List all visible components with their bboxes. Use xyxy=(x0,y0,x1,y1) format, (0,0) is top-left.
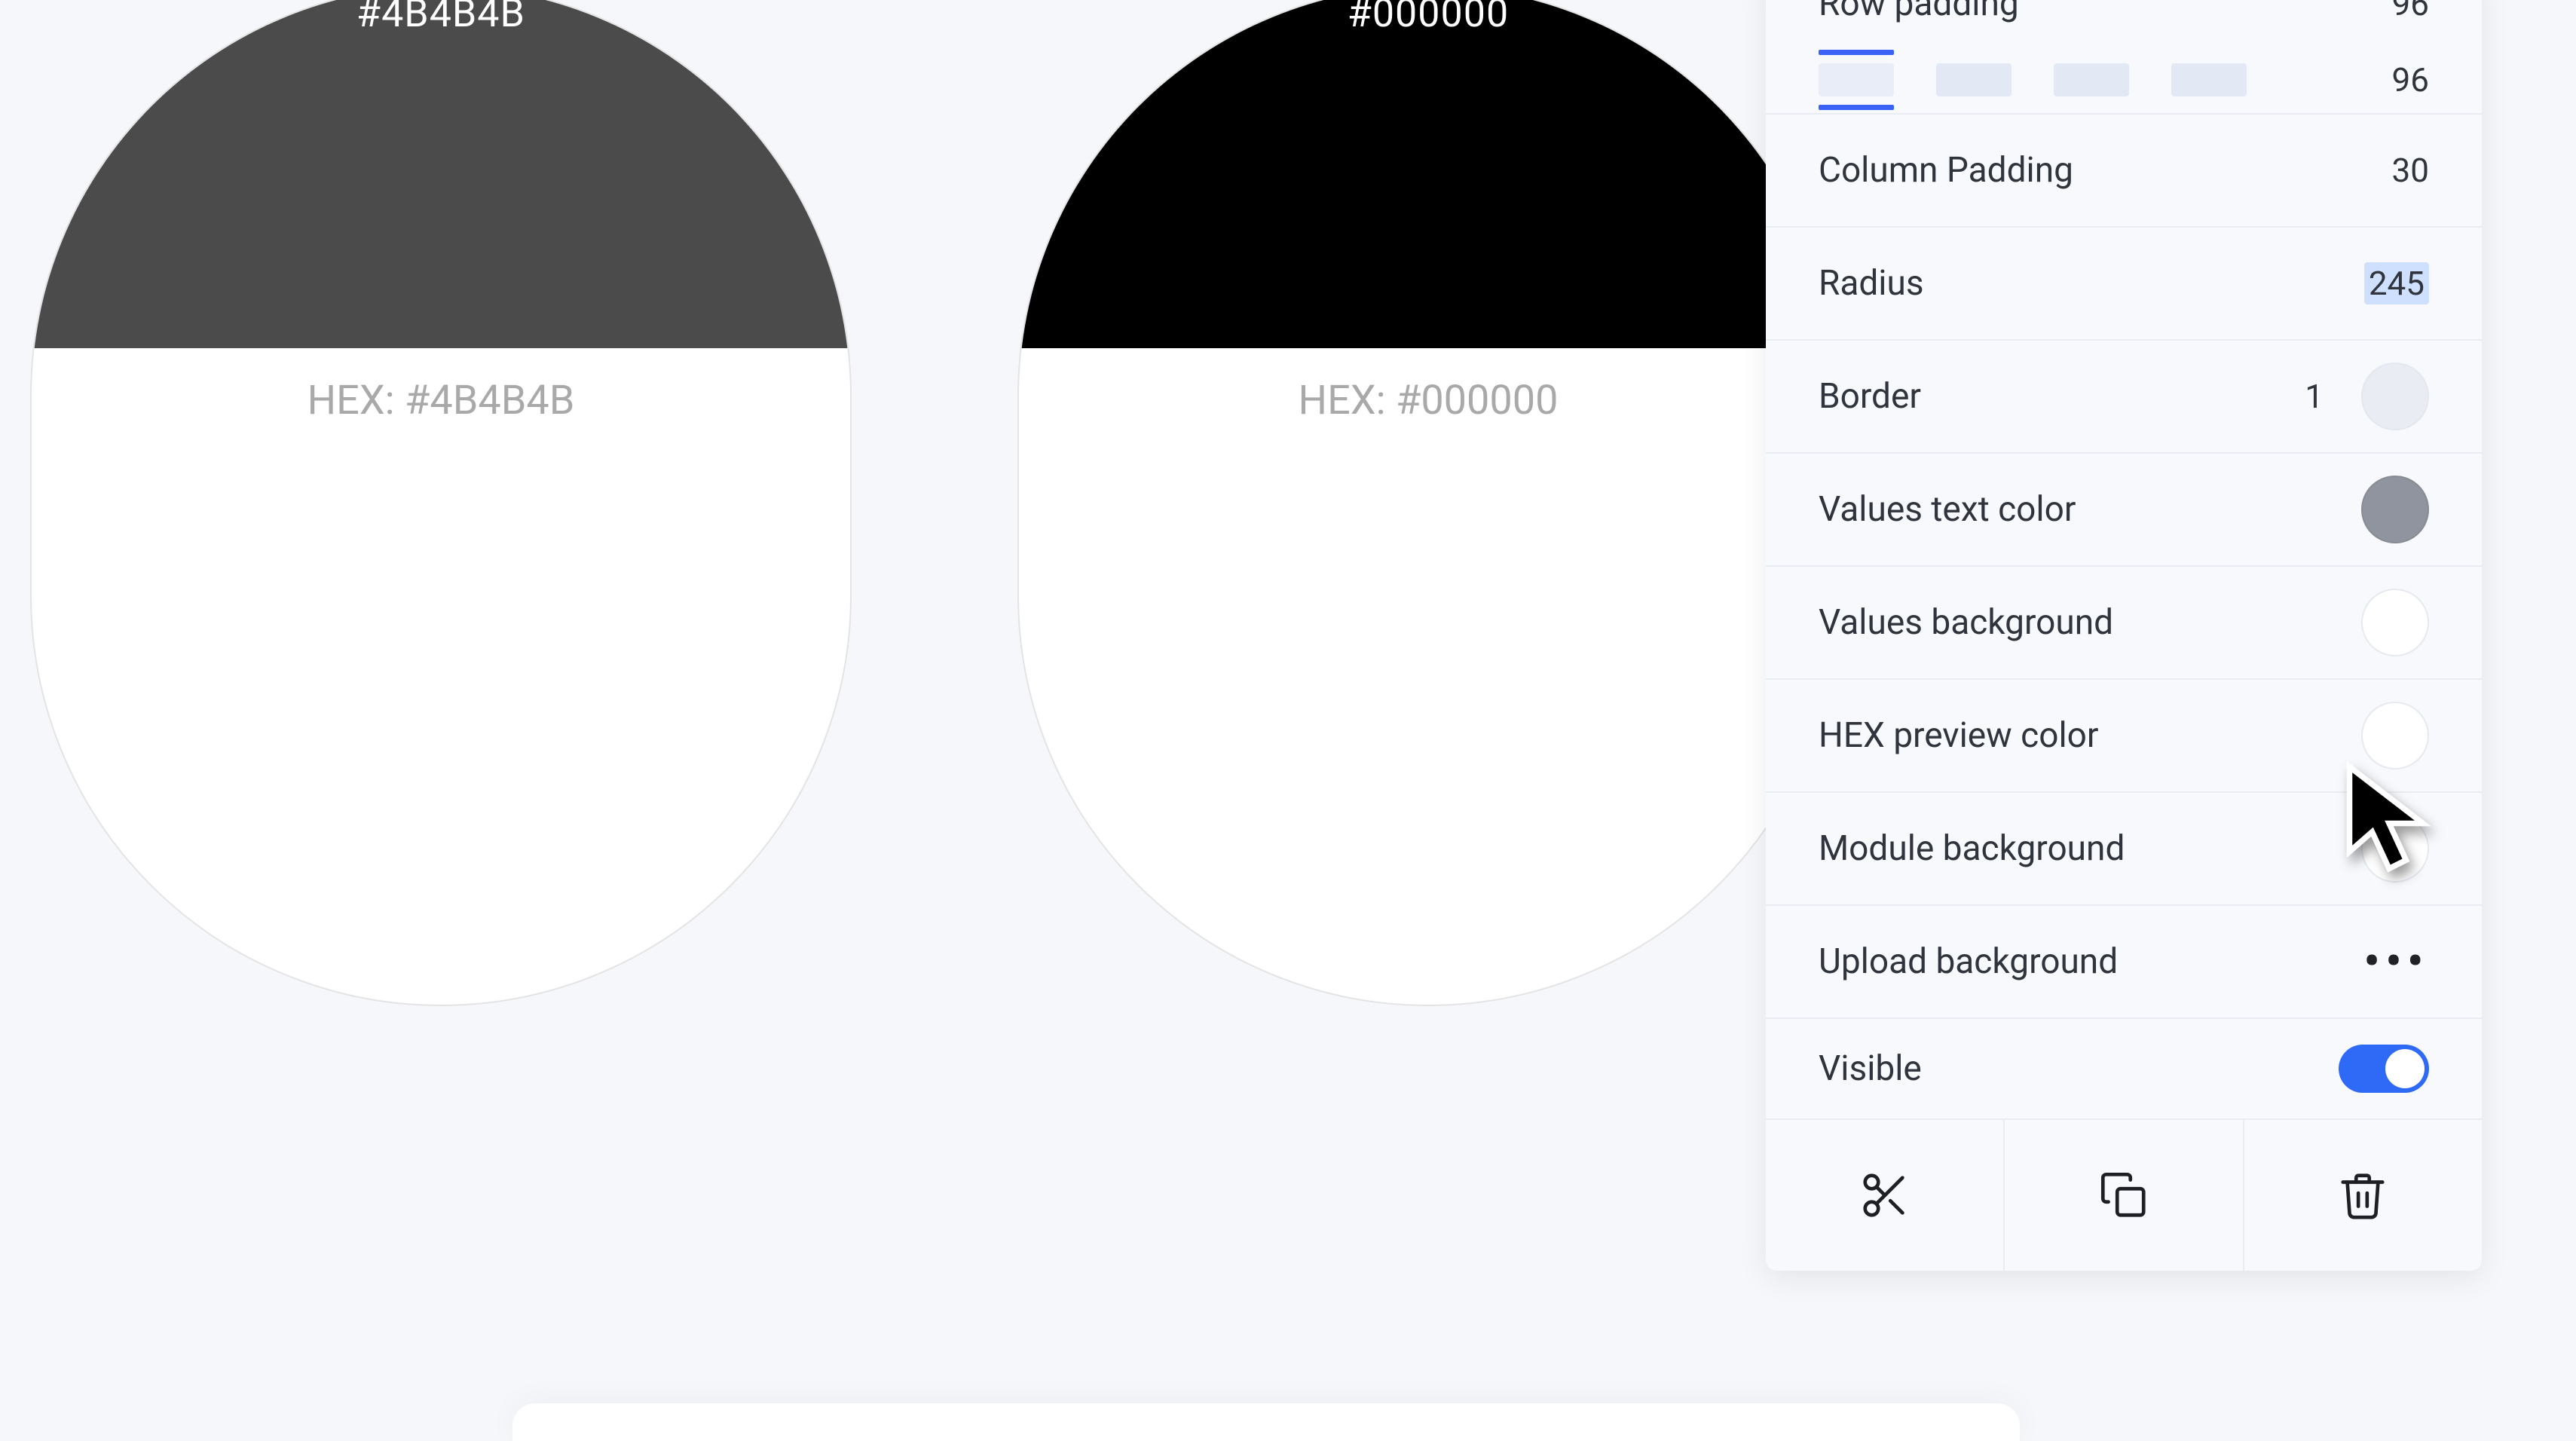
padding-side-vertical[interactable] xyxy=(1819,63,1894,96)
hex-preview-label: HEX: #000000 xyxy=(1019,377,1837,424)
color-swatch: #000000 xyxy=(1019,0,1837,348)
swatch-hex-code: #000000 xyxy=(1348,0,1509,36)
inspector-panel: Row padding 96 96 Column Padding 30 Radi… xyxy=(1766,0,2482,1271)
toggle-knob xyxy=(2385,1049,2425,1088)
color-card[interactable]: #000000 HEX: #000000 xyxy=(1017,0,1839,1006)
radius-value[interactable]: 245 xyxy=(2364,262,2429,304)
upload-background-more-icon[interactable]: ••• xyxy=(2363,936,2429,987)
values-background-chip[interactable] xyxy=(2361,589,2429,656)
bottom-panel-edge xyxy=(512,1403,2020,1441)
values-text-color-row: Values text color xyxy=(1766,454,2482,567)
color-card[interactable]: #4B4B4B HEX: #4B4B4B xyxy=(30,0,852,1006)
module-background-label: Module background xyxy=(1819,828,2125,869)
values-text-color-label: Values text color xyxy=(1819,489,2076,530)
copy-button[interactable] xyxy=(2005,1120,2244,1271)
hex-preview-color-chip[interactable] xyxy=(2361,702,2429,769)
cut-button[interactable] xyxy=(1766,1120,2005,1271)
upload-background-label: Upload background xyxy=(1819,941,2118,982)
radius-label: Radius xyxy=(1819,263,1924,304)
row-padding-top-value[interactable]: 96 xyxy=(2392,0,2429,23)
visible-toggle[interactable] xyxy=(2339,1045,2429,1093)
editor-canvas: #4B4B4B HEX: #4B4B4B #000000 HEX: #00000… xyxy=(0,0,2576,1441)
visible-row: Visible xyxy=(1766,1019,2482,1120)
padding-side-option[interactable] xyxy=(1936,63,2012,96)
values-background-label: Values background xyxy=(1819,602,2113,643)
column-padding-row: Column Padding 30 xyxy=(1766,115,2482,228)
visible-label: Visible xyxy=(1819,1048,1922,1089)
swatch-hex-code: #4B4B4B xyxy=(356,0,525,36)
module-background-row: Module background xyxy=(1766,793,2482,906)
border-color-chip[interactable] xyxy=(2361,363,2429,430)
radius-row: Radius 245 xyxy=(1766,228,2482,341)
padding-side-option[interactable] xyxy=(2171,63,2247,96)
values-text-color-chip[interactable] xyxy=(2361,476,2429,543)
module-background-chip[interactable] xyxy=(2361,815,2429,883)
delete-button[interactable] xyxy=(2244,1120,2482,1271)
column-padding-value[interactable]: 30 xyxy=(2392,151,2429,190)
hex-preview-color-label: HEX preview color xyxy=(1819,715,2098,756)
row-padding-bottom-value[interactable]: 96 xyxy=(2392,60,2429,99)
hex-preview-color-row: HEX preview color xyxy=(1766,680,2482,793)
trash-icon xyxy=(2336,1169,2389,1222)
row-padding-control: Row padding 96 96 xyxy=(1766,0,2482,115)
values-background-row: Values background xyxy=(1766,567,2482,680)
hex-preview-label: HEX: #4B4B4B xyxy=(32,377,850,424)
padding-side-selectors xyxy=(1819,63,2247,96)
inspector-actions xyxy=(1766,1120,2482,1271)
padding-side-option[interactable] xyxy=(2054,63,2129,96)
column-padding-label: Column Padding xyxy=(1819,150,2073,191)
border-label: Border xyxy=(1819,376,1921,417)
border-row: Border 1 xyxy=(1766,341,2482,454)
copy-icon xyxy=(2097,1169,2150,1222)
scissors-icon xyxy=(1859,1169,1911,1222)
row-padding-label: Row padding xyxy=(1819,0,2019,24)
border-width-value[interactable]: 1 xyxy=(2305,377,2324,416)
color-swatch: #4B4B4B xyxy=(32,0,850,348)
upload-background-row: Upload background ••• xyxy=(1766,906,2482,1019)
